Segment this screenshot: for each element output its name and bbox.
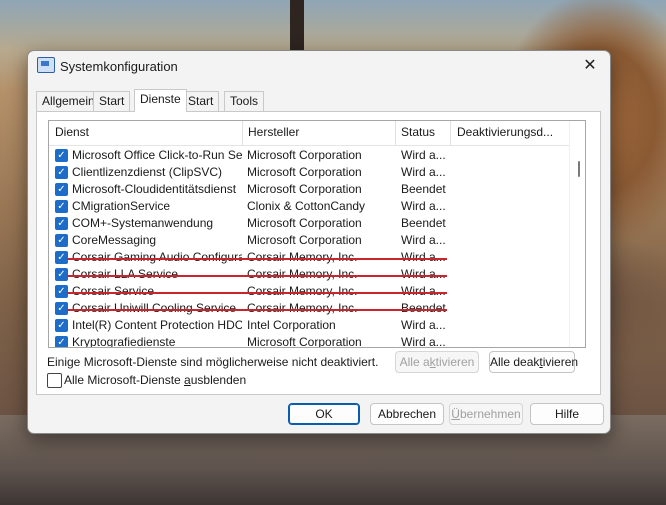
service-status: Wird a...	[401, 165, 446, 179]
service-name: Microsoft Office Click-to-Run Ser...	[72, 148, 242, 162]
service-row[interactable]: ✓ CMigrationService Clonix & CottonCandy Wi…	[49, 198, 569, 215]
tab-general[interactable]: Allgemein	[36, 91, 101, 111]
tab-tools[interactable]: Tools	[224, 91, 265, 111]
service-checkbox[interactable]: ✓	[55, 166, 68, 179]
apply-button[interactable]: Übernehmen	[449, 403, 523, 425]
hide-ms-services-checkbox[interactable]	[47, 373, 62, 388]
ok-button[interactable]: OK	[288, 403, 360, 425]
tree-silhouette	[290, 0, 304, 52]
service-manufacturer: Microsoft Corporation	[247, 216, 362, 230]
service-checkbox[interactable]: ✓	[55, 149, 68, 162]
service-status: Wird a...	[401, 199, 446, 213]
service-name: Intel(R) Content Protection HDC...	[72, 318, 242, 332]
service-row[interactable]: ✓ Intel(R) Content Protection HDC... Intel…	[49, 317, 569, 334]
service-status: Wird a...	[401, 335, 446, 348]
service-manufacturer: Intel Corporation	[247, 318, 336, 332]
service-row[interactable]: ✓ CoreMessaging Microsoft Corporation Wird …	[49, 232, 569, 249]
msconfig-app-icon	[37, 57, 55, 73]
service-row[interactable]: ✓ Corsair Uniwill Cooling Service Corsair …	[49, 300, 569, 317]
column-header-status[interactable]: Status	[395, 121, 451, 145]
service-manufacturer: Microsoft Corporation	[247, 148, 362, 162]
help-button[interactable]: Hilfe	[530, 403, 604, 425]
services-list[interactable]: Dienst Hersteller Status Deaktivierungsd…	[48, 120, 586, 348]
service-name: Clientlizenzdienst (ClipSVC)	[72, 165, 223, 179]
red-strikethrough-mark	[67, 292, 447, 294]
column-header-service[interactable]: Dienst	[49, 121, 243, 145]
vertical-scrollbar[interactable]	[569, 121, 585, 347]
service-row[interactable]: ✓ Corsair Service Corsair Memory, Inc. Wird…	[49, 283, 569, 300]
service-row[interactable]: ✓ Clientlizenzdienst (ClipSVC) Microsoft C…	[49, 164, 569, 181]
service-status: Beendet	[401, 216, 446, 230]
service-checkbox[interactable]: ✓	[55, 336, 68, 347]
red-strikethrough-mark	[67, 309, 447, 311]
cancel-button[interactable]: Abbrechen	[370, 403, 444, 425]
service-manufacturer: Clonix & CottonCandy	[247, 199, 366, 213]
service-status: Wird a...	[401, 233, 446, 247]
service-name: Microsoft-Cloudidentitätsdienst	[72, 182, 237, 196]
service-row[interactable]: ✓ Microsoft Office Click-to-Run Ser... Mic…	[49, 147, 569, 164]
service-name: CMigrationService	[72, 199, 171, 213]
red-strikethrough-mark	[67, 275, 447, 277]
service-checkbox[interactable]: ✓	[55, 200, 68, 213]
column-header-manufacturer[interactable]: Hersteller	[242, 121, 396, 145]
service-name: CoreMessaging	[72, 233, 157, 247]
service-name: COM+-Systemanwendung	[72, 216, 214, 230]
column-header-disabled-date[interactable]: Deaktivierungsd...	[451, 121, 567, 145]
service-rows: ✓ Microsoft Office Click-to-Run Ser... Mic…	[49, 147, 569, 348]
service-status: Wird a...	[401, 148, 446, 162]
service-checkbox[interactable]: ✓	[55, 319, 68, 332]
service-status: Wird a...	[401, 318, 446, 332]
service-checkbox[interactable]: ✓	[55, 217, 68, 230]
close-icon: ✕	[583, 57, 597, 74]
close-button[interactable]: ✕	[570, 51, 610, 81]
service-row[interactable]: ✓ Kryptografiedienste Microsoft Corporatio…	[49, 334, 569, 348]
title-bar[interactable]: Systemkonfiguration ✕	[28, 51, 610, 83]
service-manufacturer: Microsoft Corporation	[247, 165, 362, 179]
scroll-thumb[interactable]	[578, 161, 580, 177]
service-row[interactable]: ✓ Corsair LLA Service Corsair Memory, Inc.…	[49, 266, 569, 283]
service-row[interactable]: ✓ COM+-Systemanwendung Microsoft Corporati…	[49, 215, 569, 232]
service-manufacturer: Microsoft Corporation	[247, 335, 362, 348]
hide-ms-services-label[interactable]: Alle Microsoft-Dienste ausblenden	[64, 373, 246, 387]
tab-startup[interactable]: Start	[182, 91, 220, 111]
tab-services[interactable]: Dienste	[134, 89, 187, 112]
red-strikethrough-mark	[67, 258, 447, 260]
service-manufacturer: Microsoft Corporation	[247, 182, 362, 196]
window-title: Systemkonfiguration	[60, 59, 178, 74]
service-row[interactable]: ✓ Microsoft-Cloudidentitätsdienst Microsof…	[49, 181, 569, 198]
services-panel: Dienst Hersteller Status Deaktivierungsd…	[36, 111, 601, 395]
list-header: Dienst Hersteller Status Deaktivierungsd…	[49, 121, 569, 146]
service-name: Kryptografiedienste	[72, 335, 176, 348]
tab-boot[interactable]: Start	[93, 91, 131, 111]
service-status: Beendet	[401, 182, 446, 196]
service-checkbox[interactable]: ✓	[55, 183, 68, 196]
enable-all-button[interactable]: Alle aktivieren	[395, 351, 479, 373]
service-manufacturer: Microsoft Corporation	[247, 233, 362, 247]
system-configuration-dialog: Systemkonfiguration ✕ Allgemein Start Di…	[27, 50, 611, 434]
service-row[interactable]: ✓ Corsair Gaming Audio Configurat... Corsa…	[49, 249, 569, 266]
disable-all-button[interactable]: Alle deaktivieren	[489, 351, 578, 373]
service-checkbox[interactable]: ✓	[55, 234, 68, 247]
ms-services-notice: Einige Microsoft-Dienste sind möglicherw…	[47, 355, 379, 369]
